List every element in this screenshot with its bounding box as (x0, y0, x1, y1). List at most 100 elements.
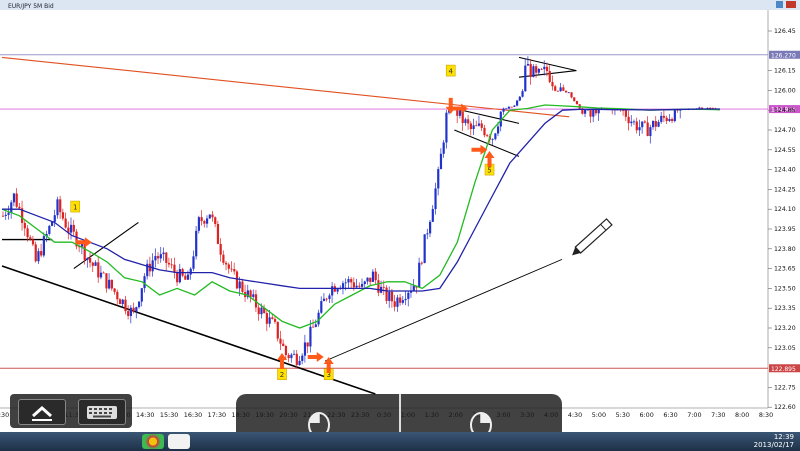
candle-body (420, 262, 424, 264)
x-tick-label: 5:30 (616, 411, 630, 419)
candle-body (513, 105, 516, 107)
candle-body (238, 281, 241, 289)
candle-body (559, 87, 562, 92)
candle-body (99, 272, 103, 278)
candle-body (328, 295, 331, 300)
candle-body (189, 268, 192, 275)
candle-body (102, 272, 105, 274)
candle-body (350, 279, 353, 283)
candle-body (282, 343, 285, 346)
candle-body (567, 92, 570, 94)
candle-body (184, 275, 187, 280)
candle-body (331, 286, 334, 296)
candle-body (554, 86, 557, 91)
candle-body (7, 212, 10, 215)
candle-body (363, 281, 366, 284)
candle-body (265, 313, 269, 324)
candle-body (505, 108, 508, 110)
candle-body (132, 307, 135, 312)
candle-body (643, 121, 647, 123)
candle-body (18, 206, 21, 209)
window-restore-icon[interactable] (776, 1, 783, 8)
price-line-label: 126.270 (771, 52, 796, 59)
candle-body (31, 239, 35, 245)
candle-body (404, 298, 407, 301)
candle-body (562, 87, 565, 91)
candle-body (121, 299, 124, 305)
candle-body (535, 66, 538, 73)
candle-body (108, 279, 111, 289)
candle-body (56, 199, 59, 216)
candle-body (630, 121, 633, 124)
candle-body (439, 153, 443, 170)
candle-body (211, 214, 214, 218)
candle-body (355, 285, 358, 288)
candle-body (208, 214, 211, 219)
candle-body (110, 279, 113, 289)
y-tick-label: 122.60 (774, 404, 796, 411)
candle-body (137, 301, 141, 308)
candle-body (143, 276, 146, 289)
x-tick-label: 8:00 (735, 411, 749, 419)
candle-body (537, 68, 540, 73)
y-tick-label: 123.80 (774, 246, 796, 253)
candle-body (279, 338, 282, 344)
candle-body (42, 236, 45, 256)
candle-body (312, 326, 315, 328)
candle-body (235, 271, 239, 289)
candle-body (154, 256, 157, 261)
candle-body (135, 307, 138, 312)
candle-body (393, 301, 396, 307)
candle-body (214, 217, 217, 224)
candle-body (287, 354, 290, 359)
candle-body (257, 307, 260, 315)
candle-body (654, 120, 657, 127)
candle-body (673, 109, 676, 122)
candle-body (48, 225, 51, 234)
candle-body (358, 285, 361, 287)
candle-body (570, 92, 573, 98)
candle-body (271, 317, 274, 319)
candle-body (390, 291, 394, 302)
candle-body (388, 291, 391, 301)
candle-body (341, 283, 345, 288)
candle-body (157, 256, 160, 259)
y-tick-label: 126.45 (774, 28, 796, 35)
taskbar: 12:39 2013/02/17 (0, 432, 800, 451)
candle-body (665, 117, 668, 122)
candle-body (306, 342, 309, 347)
candle-body (646, 122, 649, 137)
y-tick-label: 126.00 (774, 87, 796, 94)
candle-body (290, 354, 293, 359)
candle-body (510, 106, 513, 108)
x-tick-label: 7:30 (711, 411, 725, 419)
app-icon[interactable] (168, 434, 190, 449)
candle-body (273, 318, 277, 322)
candle-body (434, 188, 437, 210)
candle-body (491, 139, 494, 140)
candle-body (564, 90, 568, 93)
candle-body (521, 91, 524, 97)
candle-body (325, 298, 328, 300)
show-controls-button[interactable] (18, 399, 66, 425)
candle-body (227, 264, 230, 269)
keyboard-button[interactable] (78, 399, 126, 425)
annotation-label: 4 (449, 68, 454, 76)
chrome-icon[interactable] (142, 434, 164, 449)
candle-body (225, 262, 228, 265)
candle-body (467, 119, 470, 124)
candle-body (698, 107, 701, 109)
candle-body (458, 110, 462, 116)
y-tick-label: 123.95 (774, 226, 796, 233)
keyboard-overlay (10, 394, 132, 428)
candle-body (548, 71, 551, 82)
candle-body (89, 257, 92, 263)
x-tick-label: 5:00 (592, 411, 606, 419)
keyboard-icon (87, 406, 117, 419)
candle-body (480, 123, 483, 128)
candle-body (551, 81, 554, 87)
candle-body (660, 115, 663, 122)
candle-body (657, 121, 660, 127)
window-close-icon[interactable] (786, 1, 796, 8)
candle-body (249, 290, 252, 297)
